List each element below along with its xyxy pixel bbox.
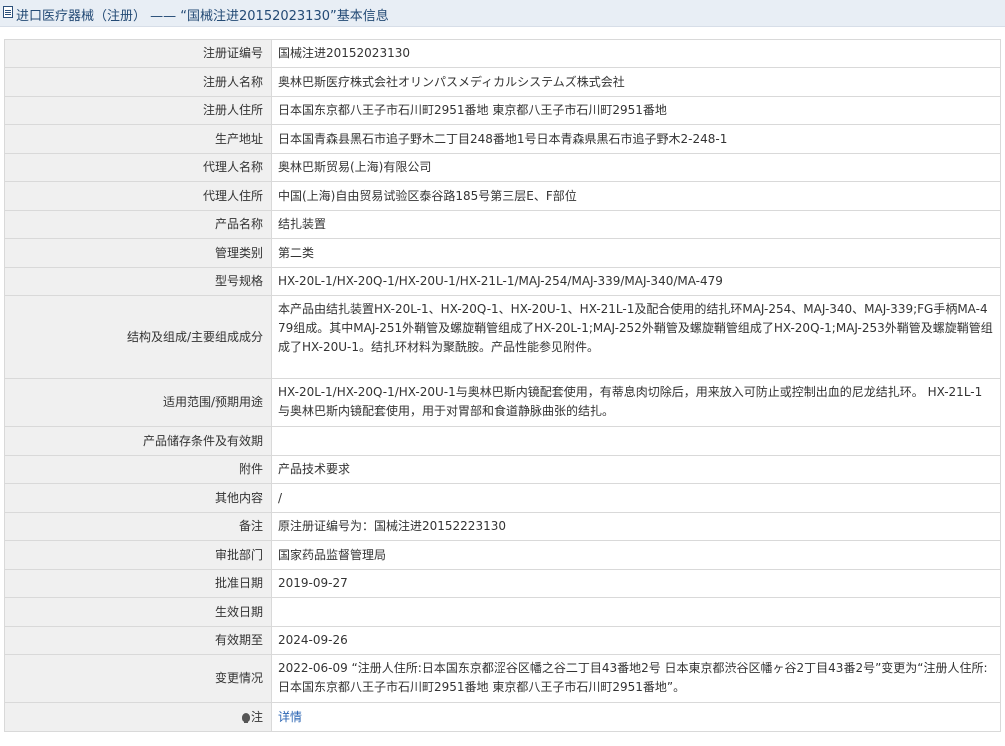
row-label: 产品储存条件及有效期: [4, 426, 272, 456]
row-label: 备注: [4, 512, 272, 541]
row-label: 审批部门: [4, 540, 272, 570]
row-value: HX-20L-1/HX-20Q-1/HX-20U-1/HX-21L-1/MAJ-…: [271, 267, 1001, 296]
row-value: 本产品由结扎装置HX-20L-1、HX-20Q-1、HX-20U-1、HX-21…: [271, 295, 1001, 379]
row-label: 适用范围/预期用途: [4, 378, 272, 427]
table-row: 备注 原注册证编号为：国械注进20152223130: [4, 512, 1001, 541]
row-label: 型号规格: [4, 267, 272, 296]
row-value: 日本国青森县黑石市追子野木二丁目248番地1号日本青森県黒石市追子野木2-248…: [271, 124, 1001, 154]
table-row: 附件 产品技术要求: [4, 455, 1001, 484]
row-label: 代理人名称: [4, 153, 272, 182]
table-row: 生产地址 日本国青森县黑石市追子野木二丁目248番地1号日本青森県黒石市追子野木…: [4, 124, 1001, 154]
row-value: 国械注进20152023130: [271, 39, 1001, 68]
lightbulb-icon: [241, 712, 250, 723]
row-label: 管理类别: [4, 238, 272, 268]
row-label: 产品名称: [4, 210, 272, 239]
table-row: 注册人名称 奥林巴斯医疗株式会社オリンパスメディカルシステムズ株式会社: [4, 67, 1001, 97]
table-row: 型号规格 HX-20L-1/HX-20Q-1/HX-20U-1/HX-21L-1…: [4, 267, 1001, 296]
row-label: 变更情况: [4, 654, 272, 703]
document-icon: [3, 6, 13, 18]
details-link[interactable]: 详情: [278, 710, 302, 724]
note-label-cell: 注: [4, 702, 272, 732]
row-value: 2019-09-27: [271, 569, 1001, 598]
page-header: 进口医疗器械（注册） —— “国械注进20152023130”基本信息: [0, 0, 1005, 27]
row-value: 原注册证编号为：国械注进20152223130: [271, 512, 1001, 541]
row-value: HX-20L-1/HX-20Q-1/HX-20U-1与奥林巴斯内镜配套使用，有蒂…: [271, 378, 1001, 427]
row-value: 奥林巴斯医疗株式会社オリンパスメディカルシステムズ株式会社: [271, 67, 1001, 97]
table-row: 批准日期 2019-09-27: [4, 569, 1001, 598]
table-row: 结构及组成/主要组成成分 本产品由结扎装置HX-20L-1、HX-20Q-1、H…: [4, 295, 1001, 379]
row-value: 中国(上海)自由贸易试验区泰谷路185号第三层E、F部位: [271, 181, 1001, 211]
table-row: 审批部门 国家药品监督管理局: [4, 540, 1001, 570]
row-label: 注册证编号: [4, 39, 272, 68]
row-value: 奥林巴斯贸易(上海)有限公司: [271, 153, 1001, 182]
row-label: 生产地址: [4, 124, 272, 154]
row-value: 产品技术要求: [271, 455, 1001, 484]
table-row: 代理人住所 中国(上海)自由贸易试验区泰谷路185号第三层E、F部位: [4, 181, 1001, 211]
row-value: 第二类: [271, 238, 1001, 268]
row-value: /: [271, 483, 1001, 513]
table-row: 适用范围/预期用途 HX-20L-1/HX-20Q-1/HX-20U-1与奥林巴…: [4, 378, 1001, 427]
page-title: 进口医疗器械（注册） —— “国械注进20152023130”基本信息: [16, 9, 389, 24]
row-value: 结扎装置: [271, 210, 1001, 239]
row-label: 附件: [4, 455, 272, 484]
info-table: 注册证编号 国械注进20152023130 注册人名称 奥林巴斯医疗株式会社オリ…: [4, 39, 1001, 732]
row-value: 日本国东京都八王子市石川町2951番地 東京都八王子市石川町2951番地: [271, 96, 1001, 125]
row-label: 注册人住所: [4, 96, 272, 125]
row-label: 批准日期: [4, 569, 272, 598]
row-value: [271, 597, 1001, 627]
table-row: 注册证编号 国械注进20152023130: [4, 39, 1001, 68]
row-label: 代理人住所: [4, 181, 272, 211]
table-row: 产品储存条件及有效期: [4, 426, 1001, 456]
row-label: 有效期至: [4, 626, 272, 655]
table-row: 注册人住所 日本国东京都八王子市石川町2951番地 東京都八王子市石川町2951…: [4, 96, 1001, 125]
table-row: 变更情况 2022-06-09 “注册人住所:日本国东京都涩谷区幡之谷二丁目43…: [4, 654, 1001, 703]
table-row: 注 详情: [4, 702, 1001, 732]
note-value-cell: 详情: [271, 702, 1001, 732]
row-label: 结构及组成/主要组成成分: [4, 295, 272, 379]
row-label: 其他内容: [4, 483, 272, 513]
row-label: 注册人名称: [4, 67, 272, 97]
table-row: 有效期至 2024-09-26: [4, 626, 1001, 655]
table-row: 产品名称 结扎装置: [4, 210, 1001, 239]
row-label: 生效日期: [4, 597, 272, 627]
row-value: [271, 426, 1001, 456]
table-row: 管理类别 第二类: [4, 238, 1001, 268]
row-value: 2024-09-26: [271, 626, 1001, 655]
row-value: 国家药品监督管理局: [271, 540, 1001, 570]
table-row: 代理人名称 奥林巴斯贸易(上海)有限公司: [4, 153, 1001, 182]
note-label: 注: [250, 709, 263, 724]
table-row: 其他内容 /: [4, 483, 1001, 513]
row-value: 2022-06-09 “注册人住所:日本国东京都涩谷区幡之谷二丁目43番地2号 …: [271, 654, 1001, 703]
table-row: 生效日期: [4, 597, 1001, 627]
